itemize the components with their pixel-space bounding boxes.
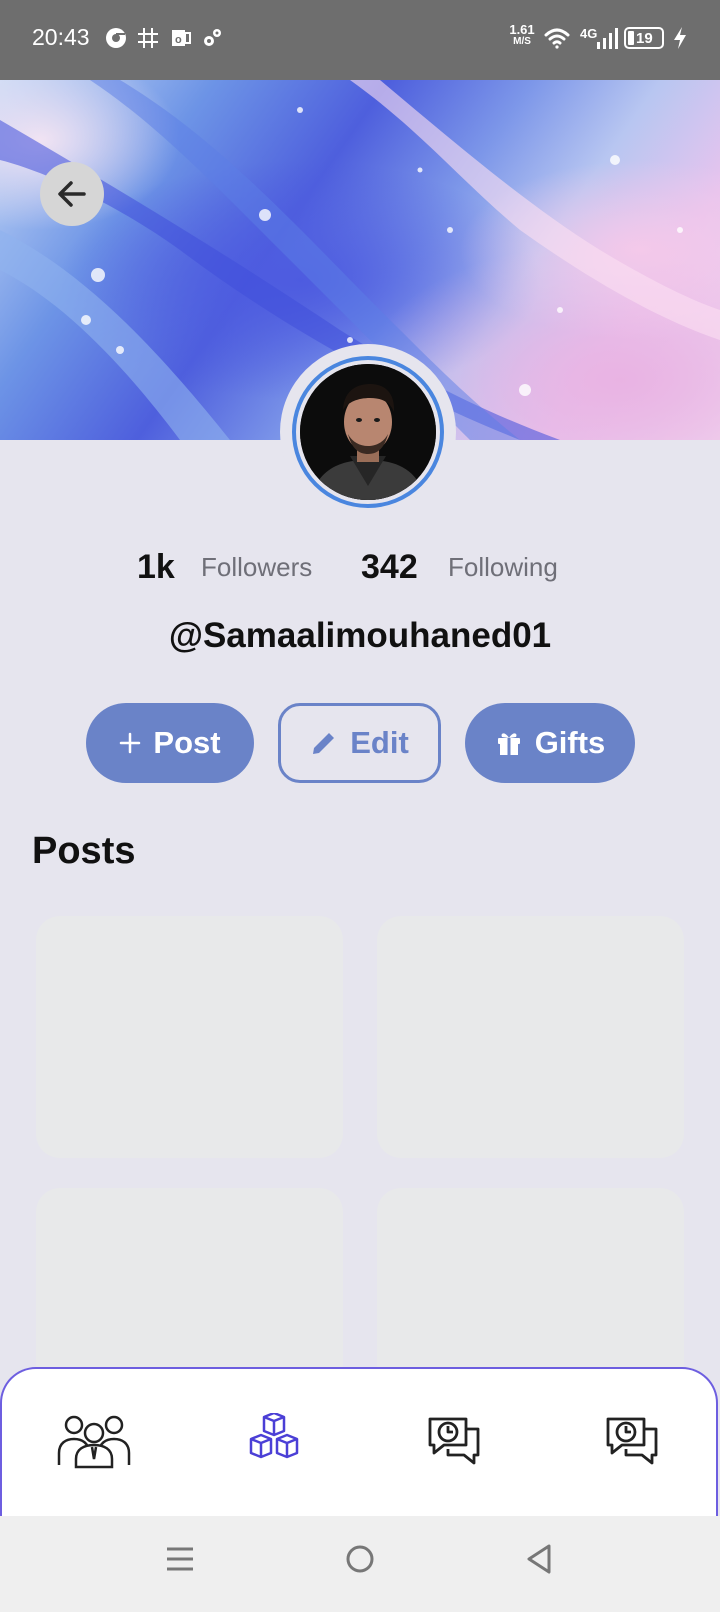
outlook-icon: o [170,26,192,55]
posts-heading: Posts [32,830,136,872]
followers-label[interactable]: Followers [201,552,312,583]
battery-level: 19 [636,30,653,47]
charging-icon [672,26,688,55]
avatar-photo [300,364,436,500]
gifts-button[interactable]: Gifts [465,703,635,783]
nav-collection[interactable] [234,1411,314,1471]
gift-icon [497,733,520,755]
system-navigation-bar [0,1516,720,1612]
cubes-icon [249,1413,299,1459]
username: @Samaalimouhaned01 [168,616,552,655]
post-card[interactable] [377,1188,684,1388]
back-triangle-icon[interactable] [525,1544,553,1579]
post-card[interactable] [36,916,343,1158]
wifi-icon [543,26,571,55]
back-button[interactable] [40,162,104,226]
network-speed: 1.61 M/S [509,22,535,47]
svg-text:o: o [175,34,182,46]
chat-clock-icon [606,1417,658,1465]
avatar[interactable] [280,344,456,520]
gifts-button-label: Gifts [534,725,606,760]
signal-icon [596,28,618,55]
add-post-button[interactable]: Post [86,703,254,783]
plus-icon [120,732,141,754]
nav-community[interactable] [54,1411,134,1471]
nav-messages[interactable] [592,1411,672,1471]
nav-chats[interactable] [414,1411,494,1471]
chat-clock-icon [428,1417,480,1465]
grid-icon [136,26,160,55]
edit-button-label: Edit [350,725,409,760]
following-label[interactable]: Following [448,552,558,583]
chrome-icon [104,26,128,55]
following-count[interactable]: 342 [361,548,418,587]
pencil-icon [313,733,335,754]
network-type: 4G [580,26,598,41]
edit-profile-button[interactable]: Edit [278,703,441,783]
bottom-navigation [0,1367,718,1517]
post-card[interactable] [377,916,684,1158]
battery-icon: 19 [624,27,664,49]
menu-icon[interactable] [166,1544,194,1579]
followers-count[interactable]: 1k [137,548,175,587]
home-icon[interactable] [345,1544,375,1579]
arrow-left-icon [58,181,86,207]
post-button-label: Post [153,725,221,760]
status-time: 20:43 [32,24,90,50]
people-icon [57,1415,131,1469]
status-bar: 20:43 o 1.61 M/S 4G 19 [0,0,720,80]
post-card[interactable] [36,1188,343,1388]
settings-icon [200,26,224,55]
